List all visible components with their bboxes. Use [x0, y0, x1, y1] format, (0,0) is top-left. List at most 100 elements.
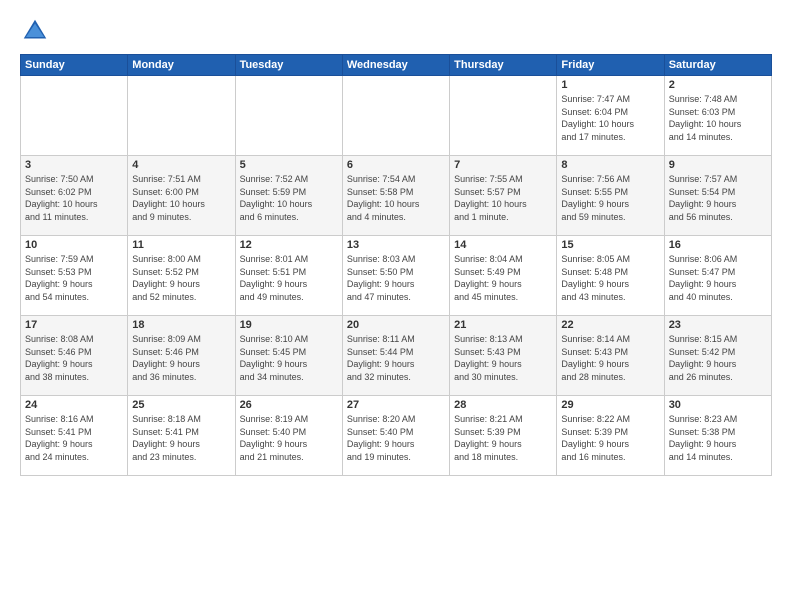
calendar-cell: 27Sunrise: 8:20 AM Sunset: 5:40 PM Dayli…: [342, 396, 449, 476]
calendar-cell: 4 Sunrise: 7:51 AM Sunset: 6:00 PM Daylig…: [128, 156, 235, 236]
calendar-cell: 26 Sunrise: 8:19 AM Sunset: 5:40 PM Dayli…: [235, 396, 342, 476]
calendar-cell: 24 Sunrise: 8:16 AM Sunset: 5:41 PM Dayli…: [21, 396, 128, 476]
week-row-3: 10 Sunrise: 7:59 AM Sunset: 5:53 PM Dayli…: [21, 236, 772, 316]
calendar-cell: 8 Sunrise: 7:56 AM Sunset: 5:55 PM Daylig…: [557, 156, 664, 236]
day-info: Sunrise: 7:56 AM Sunset: 5:55 PM Dayligh…: [561, 173, 659, 223]
calendar-cell: 20 Sunrise: 8:11 AM Sunset: 5:44 PM Dayli…: [342, 316, 449, 396]
day-number: 28: [454, 399, 552, 411]
day-info: Sunrise: 8:10 AM Sunset: 5:45 PM Dayligh…: [240, 333, 338, 383]
day-number: 6: [347, 159, 445, 171]
week-row-5: 24 Sunrise: 8:16 AM Sunset: 5:41 PM Dayli…: [21, 396, 772, 476]
calendar-cell: 14 Sunrise: 8:04 AM Sunset: 5:49 PM Dayli…: [450, 236, 557, 316]
day-number: 26: [240, 399, 338, 411]
day-info: Sunrise: 7:51 AM Sunset: 6:00 PM Dayligh…: [132, 173, 230, 223]
calendar-cell: 13 Sunrise: 8:03 AM Sunset: 5:50 PM Dayli…: [342, 236, 449, 316]
col-header-sunday: Sunday: [21, 55, 128, 76]
week-row-1: 1 Sunrise: 7:47 AM Sunset: 6:04 PM Daylig…: [21, 76, 772, 156]
day-info: Sunrise: 7:57 AM Sunset: 5:54 PM Dayligh…: [669, 173, 767, 223]
calendar-cell: 25 Sunrise: 8:18 AM Sunset: 5:41 PM Dayli…: [128, 396, 235, 476]
day-number: 24: [25, 399, 123, 411]
calendar-cell: 18 Sunrise: 8:09 AM Sunset: 5:46 PM Dayli…: [128, 316, 235, 396]
day-info: Sunrise: 8:11 AM Sunset: 5:44 PM Dayligh…: [347, 333, 445, 383]
calendar-cell: 11 Sunrise: 8:00 AM Sunset: 5:52 PM Dayli…: [128, 236, 235, 316]
calendar-cell: 2 Sunrise: 7:48 AM Sunset: 6:03 PM Daylig…: [664, 76, 771, 156]
calendar-cell: 10 Sunrise: 7:59 AM Sunset: 5:53 PM Dayli…: [21, 236, 128, 316]
day-number: 29: [561, 399, 659, 411]
day-info: Sunrise: 8:08 AM Sunset: 5:46 PM Dayligh…: [25, 333, 123, 383]
day-info: Sunrise: 8:00 AM Sunset: 5:52 PM Dayligh…: [132, 253, 230, 303]
header: [20, 16, 772, 46]
day-info: Sunrise: 8:16 AM Sunset: 5:41 PM Dayligh…: [25, 413, 123, 463]
day-info: Sunrise: 8:05 AM Sunset: 5:48 PM Dayligh…: [561, 253, 659, 303]
day-number: 15: [561, 239, 659, 251]
col-header-wednesday: Wednesday: [342, 55, 449, 76]
day-info: Sunrise: 8:09 AM Sunset: 5:46 PM Dayligh…: [132, 333, 230, 383]
col-header-tuesday: Tuesday: [235, 55, 342, 76]
calendar-cell: 22 Sunrise: 8:14 AM Sunset: 5:43 PM Dayli…: [557, 316, 664, 396]
day-number: 12: [240, 239, 338, 251]
day-number: 3: [25, 159, 123, 171]
day-number: 7: [454, 159, 552, 171]
day-number: 22: [561, 319, 659, 331]
calendar-header-row: SundayMondayTuesdayWednesdayThursdayFrid…: [21, 55, 772, 76]
day-info: Sunrise: 8:01 AM Sunset: 5:51 PM Dayligh…: [240, 253, 338, 303]
day-info: Sunrise: 7:48 AM Sunset: 6:03 PM Dayligh…: [669, 93, 767, 143]
day-number: 8: [561, 159, 659, 171]
day-info: Sunrise: 8:19 AM Sunset: 5:40 PM Dayligh…: [240, 413, 338, 463]
day-number: 14: [454, 239, 552, 251]
col-header-monday: Monday: [128, 55, 235, 76]
day-info: Sunrise: 7:55 AM Sunset: 5:57 PM Dayligh…: [454, 173, 552, 223]
day-info: Sunrise: 8:21 AM Sunset: 5:39 PM Dayligh…: [454, 413, 552, 463]
calendar-cell: 28 Sunrise: 8:21 AM Sunset: 5:39 PM Dayli…: [450, 396, 557, 476]
day-number: 20: [347, 319, 445, 331]
day-number: 25: [132, 399, 230, 411]
col-header-thursday: Thursday: [450, 55, 557, 76]
day-number: 10: [25, 239, 123, 251]
logo: [20, 16, 56, 46]
calendar-cell: [235, 76, 342, 156]
day-info: Sunrise: 7:59 AM Sunset: 5:53 PM Dayligh…: [25, 253, 123, 303]
logo-icon: [20, 16, 50, 46]
day-number: 2: [669, 79, 767, 91]
calendar-cell: 23Sunrise: 8:15 AM Sunset: 5:42 PM Dayli…: [664, 316, 771, 396]
calendar-cell: 16Sunrise: 8:06 AM Sunset: 5:47 PM Dayli…: [664, 236, 771, 316]
calendar-cell: 21 Sunrise: 8:13 AM Sunset: 5:43 PM Dayli…: [450, 316, 557, 396]
day-info: Sunrise: 7:52 AM Sunset: 5:59 PM Dayligh…: [240, 173, 338, 223]
day-info: Sunrise: 7:54 AM Sunset: 5:58 PM Dayligh…: [347, 173, 445, 223]
calendar-cell: 30Sunrise: 8:23 AM Sunset: 5:38 PM Dayli…: [664, 396, 771, 476]
day-info: Sunrise: 8:13 AM Sunset: 5:43 PM Dayligh…: [454, 333, 552, 383]
week-row-2: 3 Sunrise: 7:50 AM Sunset: 6:02 PM Daylig…: [21, 156, 772, 236]
calendar-page: SundayMondayTuesdayWednesdayThursdayFrid…: [0, 0, 792, 612]
calendar-cell: [342, 76, 449, 156]
day-info: Sunrise: 8:04 AM Sunset: 5:49 PM Dayligh…: [454, 253, 552, 303]
day-number: 4: [132, 159, 230, 171]
day-number: 27: [347, 399, 445, 411]
day-info: Sunrise: 8:23 AM Sunset: 5:38 PM Dayligh…: [669, 413, 767, 463]
day-number: 23: [669, 319, 767, 331]
day-info: Sunrise: 7:50 AM Sunset: 6:02 PM Dayligh…: [25, 173, 123, 223]
day-number: 18: [132, 319, 230, 331]
calendar-cell: [128, 76, 235, 156]
day-number: 1: [561, 79, 659, 91]
day-number: 11: [132, 239, 230, 251]
calendar-cell: [450, 76, 557, 156]
day-info: Sunrise: 8:03 AM Sunset: 5:50 PM Dayligh…: [347, 253, 445, 303]
day-info: Sunrise: 8:14 AM Sunset: 5:43 PM Dayligh…: [561, 333, 659, 383]
calendar-cell: 5Sunrise: 7:52 AM Sunset: 5:59 PM Daylig…: [235, 156, 342, 236]
calendar-cell: 15 Sunrise: 8:05 AM Sunset: 5:48 PM Dayli…: [557, 236, 664, 316]
day-number: 9: [669, 159, 767, 171]
calendar-cell: 6 Sunrise: 7:54 AM Sunset: 5:58 PM Daylig…: [342, 156, 449, 236]
day-number: 13: [347, 239, 445, 251]
day-info: Sunrise: 7:47 AM Sunset: 6:04 PM Dayligh…: [561, 93, 659, 143]
day-info: Sunrise: 8:18 AM Sunset: 5:41 PM Dayligh…: [132, 413, 230, 463]
calendar-cell: [21, 76, 128, 156]
calendar-cell: 3 Sunrise: 7:50 AM Sunset: 6:02 PM Daylig…: [21, 156, 128, 236]
calendar-cell: 12 Sunrise: 8:01 AM Sunset: 5:51 PM Dayli…: [235, 236, 342, 316]
day-number: 19: [240, 319, 338, 331]
day-number: 21: [454, 319, 552, 331]
calendar-cell: 9 Sunrise: 7:57 AM Sunset: 5:54 PM Daylig…: [664, 156, 771, 236]
calendar-cell: 19 Sunrise: 8:10 AM Sunset: 5:45 PM Dayli…: [235, 316, 342, 396]
calendar-cell: 29Sunrise: 8:22 AM Sunset: 5:39 PM Dayli…: [557, 396, 664, 476]
day-info: Sunrise: 8:06 AM Sunset: 5:47 PM Dayligh…: [669, 253, 767, 303]
calendar-cell: 7 Sunrise: 7:55 AM Sunset: 5:57 PM Daylig…: [450, 156, 557, 236]
